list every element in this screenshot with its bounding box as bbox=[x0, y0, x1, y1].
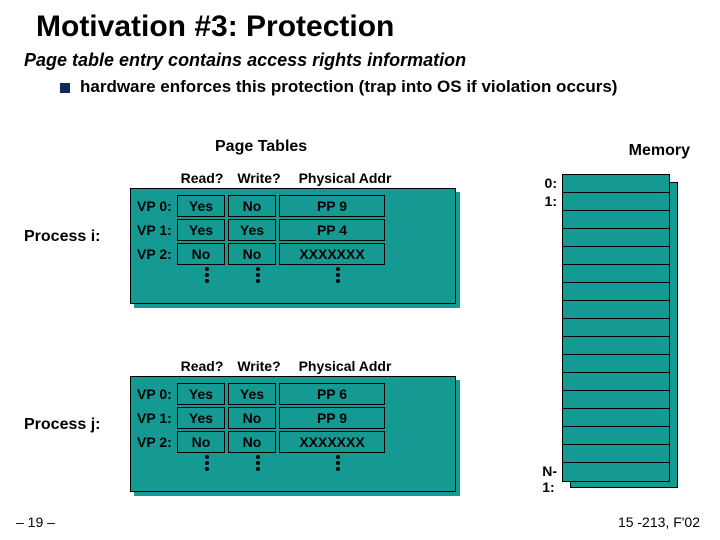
table-row: VP 2: No No XXXXXXX bbox=[137, 431, 449, 453]
cell-phys: PP 9 bbox=[279, 407, 385, 429]
col-write-header: Write? bbox=[232, 170, 286, 186]
table-box: VP 0: Yes Yes PP 6 VP 1: Yes No PP 9 VP … bbox=[130, 376, 456, 492]
cell-read: Yes bbox=[177, 383, 225, 405]
memory-slot bbox=[563, 301, 669, 319]
memory-box: 0: 1: N-1: bbox=[562, 174, 670, 482]
vp-label: VP 0: bbox=[137, 386, 177, 402]
slide-subtitle: Page table entry contains access rights … bbox=[0, 48, 720, 71]
memory-slot bbox=[563, 265, 669, 283]
table-row: VP 0: Yes Yes PP 6 bbox=[137, 383, 449, 405]
cell-write: Yes bbox=[228, 383, 276, 405]
cell-phys: XXXXXXX bbox=[279, 431, 385, 453]
vp-label: VP 1: bbox=[137, 222, 177, 238]
cell-write: Yes bbox=[228, 219, 276, 241]
cell-read: Yes bbox=[177, 219, 225, 241]
page-table-j: Read? Write? Physical Addr VP 0: Yes Yes… bbox=[130, 358, 456, 492]
memory-slot bbox=[563, 247, 669, 265]
col-phys-header: Physical Addr bbox=[290, 358, 400, 374]
vp-label: VP 2: bbox=[137, 246, 177, 262]
process-i-label: Process i: bbox=[24, 228, 100, 246]
memory-index-0: 0: bbox=[545, 175, 557, 191]
memory-label: Memory bbox=[629, 142, 690, 160]
memory-slot bbox=[563, 463, 669, 481]
memory-index-n: N-1: bbox=[542, 463, 557, 495]
ellipsis-icon bbox=[234, 455, 282, 471]
cell-phys: XXXXXXX bbox=[279, 243, 385, 265]
table-box: VP 0: Yes No PP 9 VP 1: Yes Yes PP 4 VP … bbox=[130, 188, 456, 304]
ellipsis-icon bbox=[285, 455, 391, 471]
table-row: VP 1: Yes Yes PP 4 bbox=[137, 219, 449, 241]
cell-phys: PP 4 bbox=[279, 219, 385, 241]
col-write-header: Write? bbox=[232, 358, 286, 374]
col-read-header: Read? bbox=[176, 170, 228, 186]
col-read-header: Read? bbox=[176, 358, 228, 374]
page-tables-label: Page Tables bbox=[215, 138, 307, 156]
cell-read: No bbox=[177, 431, 225, 453]
memory-index-1: 1: bbox=[545, 193, 557, 209]
memory-slot bbox=[563, 409, 669, 427]
memory-slot bbox=[563, 427, 669, 445]
table-headers: Read? Write? Physical Addr bbox=[176, 358, 456, 374]
cell-write: No bbox=[228, 243, 276, 265]
ellipsis-row bbox=[183, 455, 449, 471]
memory-diagram: 0: 1: N-1: bbox=[562, 174, 678, 482]
cell-phys: PP 6 bbox=[279, 383, 385, 405]
memory-slot bbox=[563, 445, 669, 463]
memory-slot bbox=[563, 355, 669, 373]
memory-slot bbox=[563, 391, 669, 409]
course-tag: 15 -213, F'02 bbox=[618, 514, 700, 530]
memory-slot bbox=[563, 211, 669, 229]
cell-read: Yes bbox=[177, 407, 225, 429]
ellipsis-icon bbox=[234, 267, 282, 283]
vp-label: VP 2: bbox=[137, 434, 177, 450]
table-row: VP 0: Yes No PP 9 bbox=[137, 195, 449, 217]
bullet-square-icon bbox=[60, 83, 70, 93]
memory-slot bbox=[563, 319, 669, 337]
ellipsis-icon bbox=[285, 267, 391, 283]
memory-slot bbox=[563, 175, 669, 193]
memory-slot bbox=[563, 337, 669, 355]
cell-write: No bbox=[228, 431, 276, 453]
process-j-label: Process j: bbox=[24, 416, 100, 434]
ellipsis-icon bbox=[183, 267, 231, 283]
slide-number: – 19 – bbox=[16, 514, 55, 530]
ellipsis-icon bbox=[183, 455, 231, 471]
vp-label: VP 1: bbox=[137, 410, 177, 426]
vp-label: VP 0: bbox=[137, 198, 177, 214]
memory-slot bbox=[563, 229, 669, 247]
memory-slot bbox=[563, 193, 669, 211]
bullet-item: hardware enforces this protection (trap … bbox=[0, 71, 720, 97]
ellipsis-row bbox=[183, 267, 449, 283]
table-headers: Read? Write? Physical Addr bbox=[176, 170, 456, 186]
slide-title: Motivation #3: Protection bbox=[0, 0, 720, 48]
cell-read: No bbox=[177, 243, 225, 265]
cell-write: No bbox=[228, 407, 276, 429]
table-row: VP 1: Yes No PP 9 bbox=[137, 407, 449, 429]
cell-read: Yes bbox=[177, 195, 225, 217]
bullet-text: hardware enforces this protection (trap … bbox=[80, 77, 617, 97]
col-phys-header: Physical Addr bbox=[290, 170, 400, 186]
memory-slot bbox=[563, 373, 669, 391]
memory-slot bbox=[563, 283, 669, 301]
cell-write: No bbox=[228, 195, 276, 217]
page-table-i: Read? Write? Physical Addr VP 0: Yes No … bbox=[130, 170, 456, 304]
cell-phys: PP 9 bbox=[279, 195, 385, 217]
table-row: VP 2: No No XXXXXXX bbox=[137, 243, 449, 265]
